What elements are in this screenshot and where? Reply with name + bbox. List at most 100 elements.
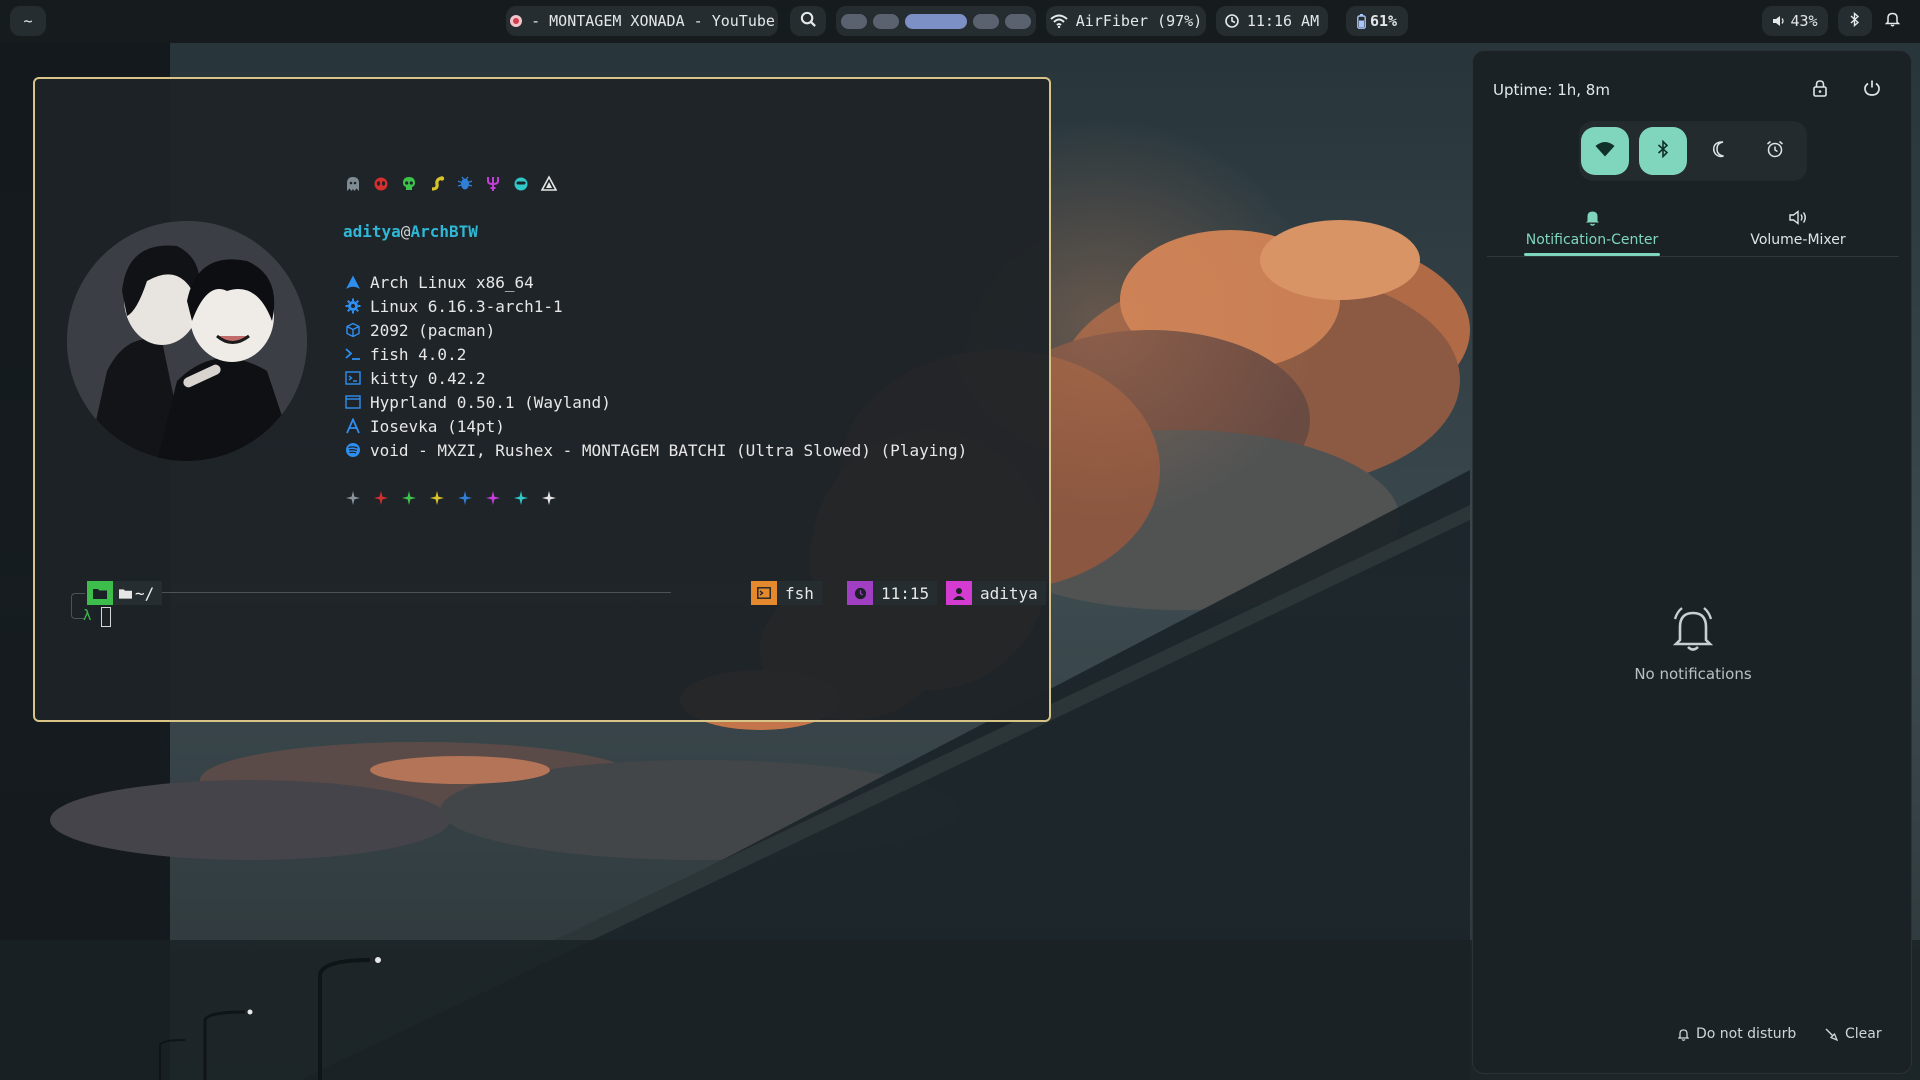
- system-info-text: Linux 6.16.3-arch1-1: [370, 296, 563, 316]
- tab-notification-center[interactable]: Notification-Center: [1502, 197, 1682, 257]
- launcher-button[interactable]: ~: [10, 6, 46, 36]
- clock-widget[interactable]: 11:16 AM: [1216, 6, 1328, 36]
- empty-notifications: No notifications: [1473, 605, 1913, 683]
- do-not-disturb-button[interactable]: Do not disturb: [1678, 1026, 1796, 1042]
- arch-icon: [343, 274, 363, 290]
- system-info-line: 2092 (pacman): [343, 318, 967, 342]
- shell-icon: [751, 581, 777, 605]
- prompt-user-label: aditya: [972, 581, 1046, 605]
- prompt-time-segment: 11:15: [847, 581, 938, 605]
- hostname: ArchBTW: [410, 222, 478, 241]
- prompt-shell-label: fsh: [777, 581, 822, 605]
- bluetooth-icon: [1657, 139, 1669, 162]
- active-tab-indicator: [1524, 253, 1660, 256]
- kitty-terminal-window[interactable]: aditya@ArchBTW Arch Linux x86_64 Linux 6.…: [33, 77, 1051, 722]
- font-icon: [343, 418, 363, 434]
- system-info-text: Iosevka (14pt): [370, 416, 505, 436]
- alarm-toggle[interactable]: [1751, 127, 1799, 175]
- broom-icon: [1825, 1028, 1838, 1041]
- volume-label: 43%: [1790, 12, 1818, 30]
- wifi-toggle[interactable]: [1581, 127, 1629, 175]
- alien-icon: [371, 175, 390, 196]
- bell-off-icon: [1678, 1028, 1689, 1041]
- tab-volume-mixer-label: Volume-Mixer: [1750, 232, 1846, 248]
- shell-icon: [343, 346, 363, 362]
- alarm-icon: [1766, 140, 1784, 162]
- system-info-text: 2092 (pacman): [370, 320, 496, 340]
- snake-icon: [427, 175, 446, 196]
- workspace-1[interactable]: [841, 13, 867, 29]
- quick-toggles: [1579, 121, 1807, 181]
- clock-icon: [1225, 14, 1239, 28]
- prompt-time-label: 11:15: [873, 581, 938, 605]
- terminal-icon: [343, 370, 363, 386]
- battery-label: 61%: [1369, 12, 1398, 30]
- lock-button[interactable]: [1807, 77, 1833, 103]
- media-title: - MONTAGEM XONADA - YouTube: [531, 12, 775, 30]
- workspace-2[interactable]: [873, 13, 899, 29]
- at-sign: @: [400, 222, 411, 241]
- system-info-line: Iosevka (14pt): [343, 414, 967, 438]
- workspace-switcher: [836, 6, 1036, 36]
- record-icon: [509, 14, 523, 28]
- star-icon: [539, 490, 558, 511]
- bluetooth-toggle[interactable]: [1639, 127, 1687, 175]
- workspace-3[interactable]: [905, 13, 967, 29]
- prompt-dir-label: ~/: [135, 583, 155, 603]
- launcher-label: ~: [23, 12, 33, 30]
- top-bar: ~ - MONTAGEM XONADA - YouTube AirFiber (…: [0, 0, 1920, 43]
- clock-icon: [847, 581, 873, 605]
- star-icon: [483, 490, 502, 511]
- workspace-5[interactable]: [1005, 13, 1031, 29]
- battery-widget[interactable]: 61%: [1346, 6, 1408, 36]
- star-icon: [455, 490, 474, 511]
- user-host: aditya@ArchBTW: [343, 222, 967, 242]
- network-label: AirFiber (97%): [1075, 12, 1203, 30]
- bell-icon: [1884, 11, 1900, 31]
- do-not-disturb-label: Do not disturb: [1696, 1026, 1797, 1042]
- spotify-icon: [343, 442, 363, 458]
- system-info-line: Linux 6.16.3-arch1-1: [343, 294, 967, 318]
- tab-volume-mixer[interactable]: Volume-Mixer: [1708, 197, 1888, 257]
- bluetooth-button[interactable]: [1838, 6, 1872, 36]
- volume-widget[interactable]: 43%: [1762, 6, 1828, 36]
- system-info-text: Arch Linux x86_64: [370, 272, 534, 292]
- face-icon: [511, 175, 530, 196]
- panel-tabs: Notification-Center Volume-Mixer: [1487, 197, 1899, 257]
- terminal-cursor[interactable]: [101, 607, 111, 627]
- clock-label: 11:16 AM: [1246, 12, 1320, 30]
- lock-icon: [1813, 79, 1827, 101]
- workspace-4[interactable]: [973, 13, 999, 29]
- search-icon: [800, 11, 817, 32]
- no-notifications-label: No notifications: [1634, 665, 1752, 683]
- fastfetch-info: aditya@ArchBTW Arch Linux x86_64 Linux 6.…: [343, 174, 967, 511]
- system-info-list: Arch Linux x86_64 Linux 6.16.3-arch1-1 209…: [343, 270, 967, 462]
- system-info-line: kitty 0.42.2: [343, 366, 967, 390]
- color-glyph-row: [343, 174, 967, 196]
- system-info-text: Hyprland 0.50.1 (Wayland): [370, 392, 611, 412]
- notification-button[interactable]: [1874, 6, 1910, 36]
- bluetooth-icon: [1850, 11, 1860, 31]
- media-widget[interactable]: - MONTAGEM XONADA - YouTube: [506, 6, 778, 36]
- star-icon: [343, 490, 362, 511]
- system-info-text: fish 4.0.2: [370, 344, 467, 364]
- prompt-user-segment: aditya: [946, 581, 1046, 605]
- package-icon: [343, 322, 363, 338]
- power-button[interactable]: [1859, 77, 1885, 103]
- search-button[interactable]: [790, 6, 826, 36]
- fastfetch-avatar-image: [67, 221, 307, 461]
- gear-icon: [343, 298, 363, 314]
- network-widget[interactable]: AirFiber (97%): [1046, 6, 1206, 36]
- folder-icon: [87, 581, 113, 605]
- night-toggle[interactable]: [1697, 127, 1745, 175]
- bell-icon: [1585, 205, 1600, 229]
- star-icon: [399, 490, 418, 511]
- window-icon: [343, 394, 363, 410]
- triangle-icon: [539, 174, 558, 196]
- tab-notification-center-label: Notification-Center: [1525, 232, 1659, 248]
- prompt-shell-segment: fsh: [751, 581, 822, 605]
- trident-icon: [483, 175, 502, 196]
- username: aditya: [343, 222, 401, 241]
- user-icon: [946, 581, 972, 605]
- clear-button[interactable]: Clear: [1825, 1026, 1882, 1042]
